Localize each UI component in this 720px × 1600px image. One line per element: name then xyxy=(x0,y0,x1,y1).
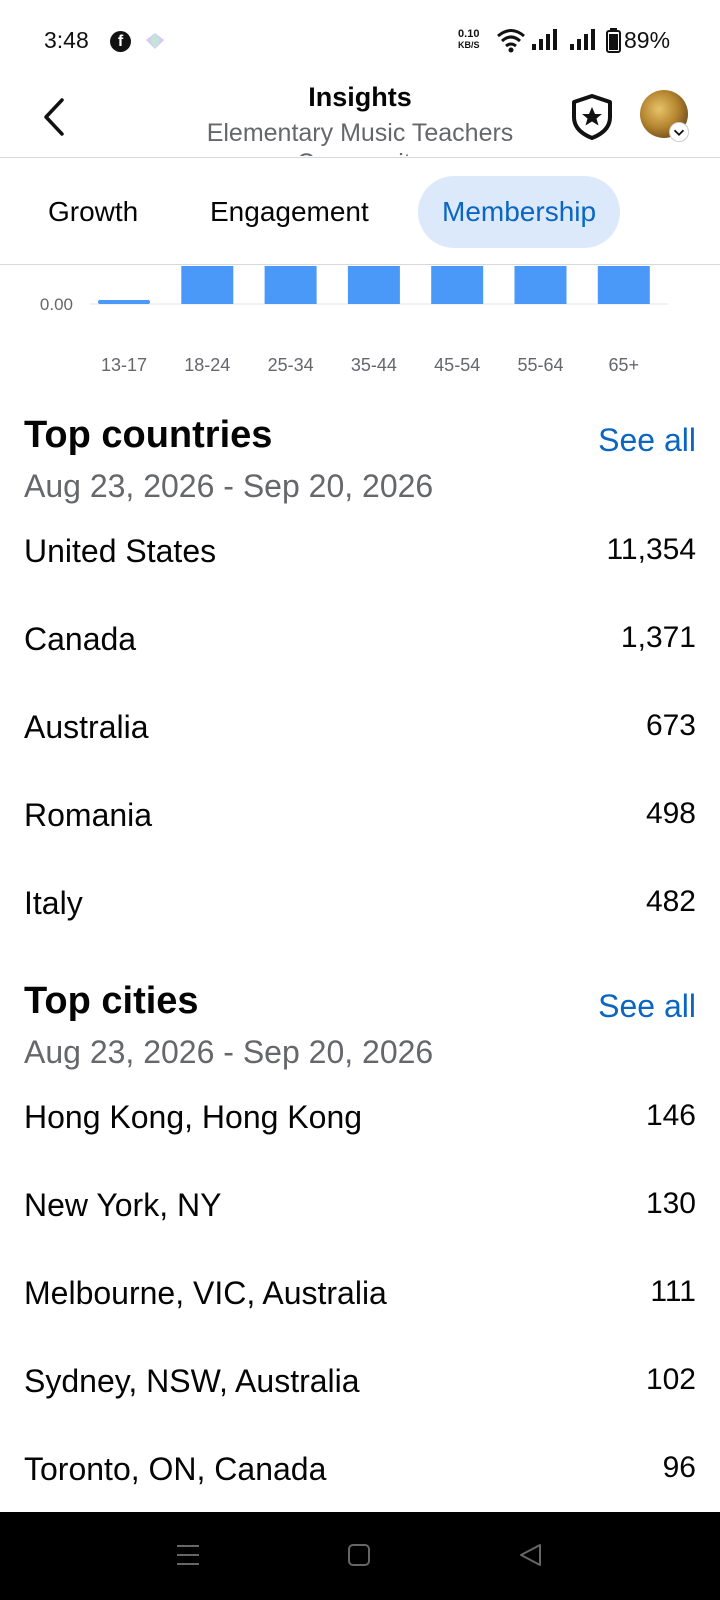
city-count: 102 xyxy=(645,1363,696,1396)
wifi-icon xyxy=(497,29,525,53)
bar-65+ xyxy=(597,266,650,304)
city-count: 96 xyxy=(662,1451,696,1484)
bar-55-64 xyxy=(514,266,567,304)
city-row: New York, NY 130 xyxy=(24,1187,696,1227)
bar-25-34 xyxy=(264,266,317,304)
bar-35-44 xyxy=(347,266,400,304)
chevron-down-icon[interactable] xyxy=(669,122,689,142)
city-name: Toronto, ON, Canada xyxy=(24,1451,327,1487)
see-all-countries-link[interactable]: See all xyxy=(598,422,696,459)
system-nav-bar xyxy=(0,1512,720,1600)
cell-signal-icon xyxy=(532,29,557,50)
city-name: Sydney, NSW, Australia xyxy=(24,1363,360,1399)
top-countries-title: Top countries xyxy=(24,414,273,456)
country-name: Canada xyxy=(24,621,137,657)
facebook-notification-icon: f xyxy=(110,31,131,52)
country-name: United States xyxy=(24,533,217,569)
country-row: Australia 673 xyxy=(24,709,696,749)
cities-date-range: Aug 23, 2026 - Sep 20, 2026 xyxy=(24,1034,434,1070)
x-tick-label-65+: 65+ xyxy=(609,355,640,375)
tab-membership[interactable]: Membership xyxy=(418,176,621,248)
app-header: Insights Elementary Music Teachers Commu… xyxy=(0,80,720,158)
bar-18-24 xyxy=(181,266,234,304)
countries-date-range: Aug 23, 2026 - Sep 20, 2026 xyxy=(24,468,434,504)
x-tick-label-55-64: 55-64 xyxy=(517,355,563,375)
country-name: Italy xyxy=(24,885,83,921)
back-arrow-icon[interactable] xyxy=(40,96,70,138)
bar-13-17 xyxy=(98,300,150,304)
recent-apps-icon[interactable] xyxy=(176,1542,200,1568)
city-row: Hong Kong, Hong Kong 146 xyxy=(24,1099,696,1139)
country-count: 482 xyxy=(645,885,696,918)
city-name: New York, NY xyxy=(24,1187,222,1223)
x-tick-label-18-24: 18-24 xyxy=(184,355,230,375)
top-cities-title: Top cities xyxy=(24,980,199,1022)
status-time: 3:48 xyxy=(44,27,89,53)
x-tick-label-35-44: 35-44 xyxy=(351,355,397,375)
admin-shield-star-icon[interactable] xyxy=(569,93,615,141)
country-row: Italy 482 xyxy=(24,885,696,925)
age-bar-chart: 0.00 13-17 18-24 25-34 35-44 45-54 55-64 65+ xyxy=(40,266,668,375)
bar-45-54 xyxy=(431,266,484,304)
country-name: Romania xyxy=(24,797,153,833)
cell-signal-icon xyxy=(570,29,595,50)
city-count: 130 xyxy=(645,1187,696,1220)
x-tick-label-13-17: 13-17 xyxy=(101,355,147,375)
country-row: Canada 1,371 xyxy=(24,621,696,661)
home-icon[interactable] xyxy=(347,1543,371,1567)
city-row: Sydney, NSW, Australia 102 xyxy=(24,1363,696,1403)
country-name: Australia xyxy=(24,709,149,745)
city-name: Hong Kong, Hong Kong xyxy=(24,1099,363,1135)
network-speed: 0.10 KB/S xyxy=(458,28,480,50)
tab-growth[interactable]: Growth xyxy=(24,176,162,248)
tab-engagement[interactable]: Engagement xyxy=(186,176,393,248)
city-count: 111 xyxy=(650,1275,696,1308)
country-row: Romania 498 xyxy=(24,797,696,837)
status-bar: 3:48 f 0.10 KB/S 89% xyxy=(0,0,720,80)
x-tick-label-45-54: 45-54 xyxy=(434,355,480,375)
city-count: 146 xyxy=(645,1099,696,1132)
group-name: Elementary Music Teachers Community xyxy=(206,119,514,156)
system-back-icon[interactable] xyxy=(518,1542,544,1568)
country-count: 498 xyxy=(645,797,696,830)
age-chart: 0.00 13-17 18-24 25-34 35-44 45-54 55-64 65+ xyxy=(0,266,720,396)
x-tick-label-25-34: 25-34 xyxy=(268,355,314,375)
country-count: 1,371 xyxy=(620,621,696,654)
country-count: 11,354 xyxy=(606,533,696,566)
gem-notification-icon xyxy=(146,33,164,49)
battery-icon xyxy=(606,28,621,53)
country-row: United States 11,354 xyxy=(24,533,696,573)
page-title: Insights xyxy=(308,82,412,112)
y-tick-label: 0.00 xyxy=(40,295,73,314)
insights-tabs: Growth Engagement Membership xyxy=(0,158,720,265)
see-all-cities-link[interactable]: See all xyxy=(598,988,696,1025)
city-name: Melbourne, VIC, Australia xyxy=(24,1275,387,1311)
country-count: 673 xyxy=(645,709,696,742)
city-row: Toronto, ON, Canada 96 xyxy=(24,1451,696,1491)
battery-percentage: 89% xyxy=(624,27,671,53)
city-row: Melbourne, VIC, Australia 111 xyxy=(24,1275,696,1315)
